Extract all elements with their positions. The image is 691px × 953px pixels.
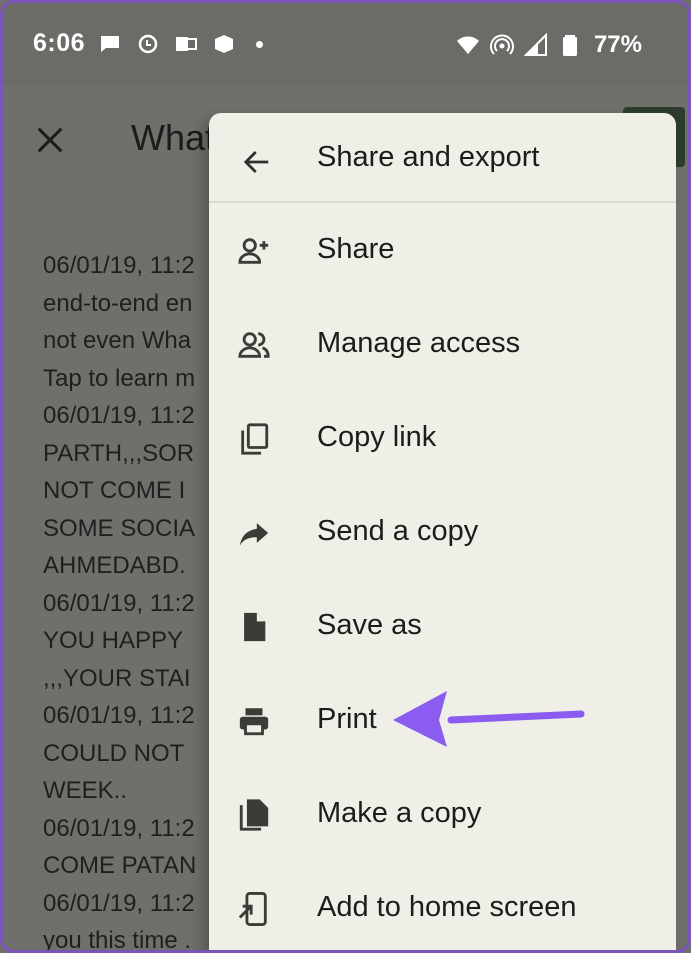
wifi-icon: [456, 36, 479, 54]
menu-item-label: Send a copy: [317, 515, 479, 547]
print-icon: [237, 704, 271, 738]
menu-item-add-to-home-screen[interactable]: Add to home screen: [209, 861, 676, 950]
add-to-home-icon: [237, 892, 271, 926]
menu-item-label: Copy link: [317, 421, 437, 453]
notification-dot: [256, 40, 263, 48]
phone-screen: 6:06 77% What 06/01/19, 11:2 end-to-end …: [0, 0, 691, 953]
outlook-icon: [176, 37, 197, 51]
document-title: What: [131, 117, 216, 158]
menu-title: Share and export: [317, 141, 540, 173]
status-right-icons: 77%: [456, 31, 642, 59]
file-icon: [237, 610, 271, 644]
status-bar: 6:06 77%: [3, 3, 688, 85]
menu-item-share[interactable]: Share: [209, 203, 676, 297]
hotspot-icon: [489, 34, 514, 55]
copy-icon: [237, 422, 271, 456]
battery-icon: [562, 35, 577, 56]
signal-icon: [523, 33, 547, 56]
menu-item-send-a-copy[interactable]: Send a copy: [209, 485, 676, 579]
menu-item-make-a-copy[interactable]: Make a copy: [209, 767, 676, 861]
status-left-icons: [98, 32, 263, 56]
menu-item-label: Manage access: [317, 327, 521, 359]
menu-item-save-as[interactable]: Save as: [209, 579, 676, 673]
close-icon[interactable]: [33, 123, 67, 157]
menu-item-manage-access[interactable]: Manage access: [209, 297, 676, 391]
battery-percent: 77%: [593, 31, 642, 58]
menu-item-label: Save as: [317, 609, 422, 641]
share-export-menu: Share and export Share Manage access Cop…: [209, 113, 676, 950]
menu-item-label: Add to home screen: [317, 891, 577, 923]
back-arrow-icon[interactable]: [242, 147, 272, 177]
menu-item-label: Make a copy: [317, 797, 482, 829]
annotation-arrow-icon: [393, 691, 585, 747]
sync-icon: [138, 34, 158, 54]
forward-arrow-icon: [237, 516, 271, 550]
menu-header: Share and export: [209, 113, 676, 203]
menu-item-label: Print: [317, 703, 377, 735]
menu-item-label: Share: [317, 233, 395, 265]
person-add-icon: [237, 234, 271, 268]
file-copy-icon: [237, 798, 271, 832]
chat-bubble-icon: [101, 36, 119, 52]
people-icon: [237, 328, 271, 362]
menu-item-copy-link[interactable]: Copy link: [209, 391, 676, 485]
status-time: 6:06: [33, 29, 86, 57]
box-icon: [215, 35, 233, 53]
